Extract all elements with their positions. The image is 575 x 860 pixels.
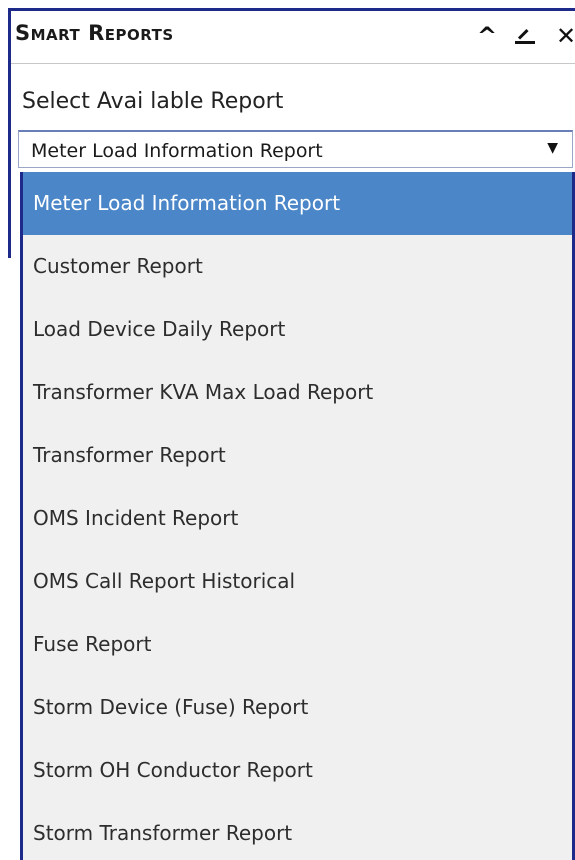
dock-glyph bbox=[513, 21, 535, 47]
dropdown-option[interactable]: Transformer Report bbox=[23, 424, 572, 487]
dropdown-option[interactable]: Transformer KVA Max Load Report bbox=[23, 361, 572, 424]
close-icon[interactable]: ✕ bbox=[556, 21, 575, 51]
dock-arrow bbox=[517, 28, 529, 40]
dropdown-arrow-icon[interactable]: ▼ bbox=[547, 140, 558, 156]
dropdown-option[interactable]: OMS Call Report Historical bbox=[23, 550, 572, 613]
report-select-value: Meter Load Information Report bbox=[31, 140, 323, 162]
dropdown-option[interactable]: Load Device Daily Report bbox=[23, 298, 572, 361]
dock-bar bbox=[515, 41, 535, 44]
dropdown-option[interactable]: Storm Device (Fuse) Report bbox=[23, 676, 572, 739]
report-select[interactable]: Meter Load Information Report ▼ bbox=[18, 130, 573, 168]
panel-title: Smart Reports bbox=[15, 21, 174, 45]
stage: Smart Reports ^ ✕ Select Avai lable Repo… bbox=[0, 0, 575, 860]
dropdown-option[interactable]: Meter Load Information Report bbox=[23, 172, 572, 235]
dropdown-option[interactable]: Customer Report bbox=[23, 235, 572, 298]
select-report-label: Select Avai lable Report bbox=[22, 89, 284, 114]
dock-icon[interactable] bbox=[513, 21, 535, 54]
dropdown-option[interactable]: Fuse Report bbox=[23, 613, 572, 676]
chevron-up-icon[interactable]: ^ bbox=[477, 21, 497, 51]
dropdown-option[interactable]: Storm Transformer Report bbox=[23, 802, 572, 860]
report-dropdown-list[interactable]: Meter Load Information Report Customer Re… bbox=[20, 172, 575, 860]
dropdown-option[interactable]: Storm OH Conductor Report bbox=[23, 739, 572, 802]
dropdown-option[interactable]: OMS Incident Report bbox=[23, 487, 572, 550]
panel-header: Smart Reports ^ ✕ bbox=[11, 11, 575, 64]
